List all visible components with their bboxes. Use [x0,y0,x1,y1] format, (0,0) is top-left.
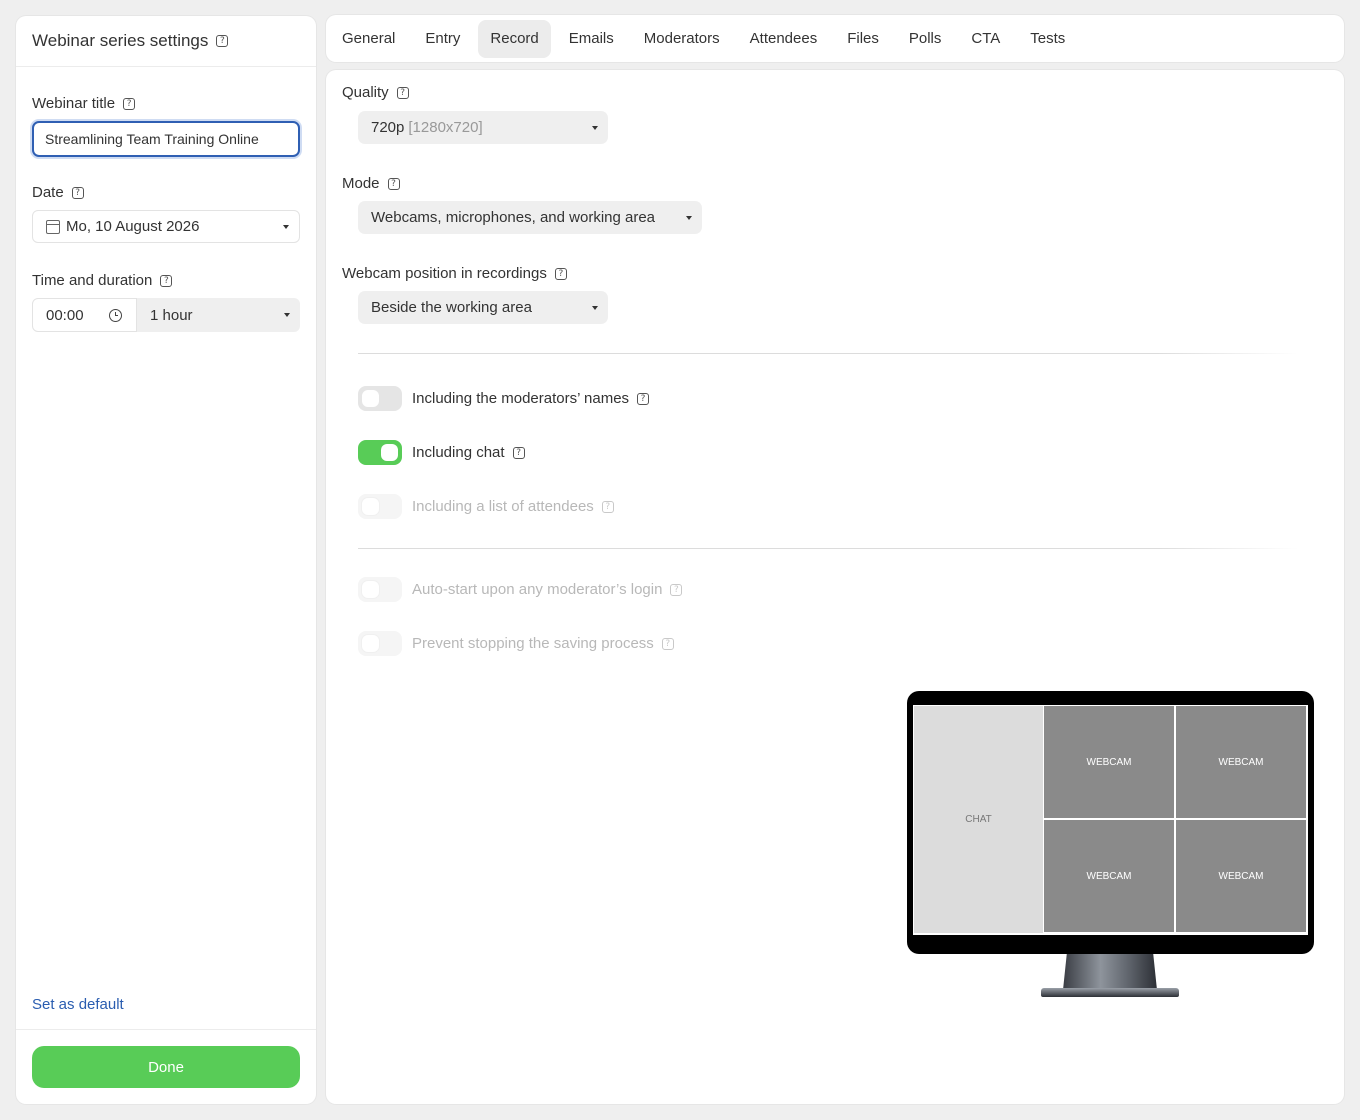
webinar-title-input[interactable]: Streamlining Team Training Online [32,121,300,157]
caret-down-icon [284,313,290,317]
caret-down-icon [283,224,289,229]
quality-value: 720p [371,119,405,136]
caret-down-icon [592,125,598,130]
toggle-knob [362,390,379,407]
time-input[interactable]: 00:00 [32,298,137,332]
recording-layout-preview: CHAT WEBCAM WEBCAM WEBCAM WEBCAM [907,691,1314,954]
time-duration-label-text: Time and duration [32,272,153,289]
clock-icon[interactable] [109,309,122,322]
tab-cta[interactable]: CTA [959,20,1012,58]
toggle-knob [362,581,379,598]
preview-webcam-tile: WEBCAM [1176,820,1306,932]
toggle-label: Auto-start upon any moderator’s login [412,581,663,598]
help-icon[interactable]: ? [123,97,136,110]
webinar-title-label: Webinar title ? [32,95,136,112]
toggle-attendees-list: Including a list of attendees ? [358,494,614,519]
time-value: 00:00 [46,306,84,324]
toggle-knob [381,444,398,461]
tab-attendees[interactable]: Attendees [738,20,830,58]
webcam-position-select[interactable]: Beside the working area [358,291,608,324]
tab-general[interactable]: General [330,20,407,58]
quality-select[interactable]: 720p [1280x720] [358,111,608,144]
quality-resolution: [1280x720] [408,119,483,136]
preview-screen: CHAT WEBCAM WEBCAM WEBCAM WEBCAM [913,705,1308,935]
toggle-switch[interactable] [358,440,402,465]
help-icon[interactable]: ? [512,446,525,459]
settings-sidebar: Webinar series settings ? Webinar title … [16,16,316,1104]
toggle-label: Including a list of attendees [412,498,594,515]
sidebar-footer-divider [16,1029,316,1030]
help-icon: ? [661,637,674,650]
sidebar-title: Webinar series settings [32,31,209,50]
help-icon[interactable]: ? [216,35,229,47]
webcam-position-value: Beside the working area [371,299,532,316]
quality-label-text: Quality [342,84,389,101]
mode-label-text: Mode [342,175,380,192]
tab-record[interactable]: Record [478,19,551,58]
mode-value: Webcams, microphones, and working area [371,209,656,226]
settings-tabs: General Entry Record Emails Moderators A… [326,15,1344,62]
toggle-knob [362,498,379,515]
help-icon[interactable]: ? [160,274,173,287]
date-label: Date ? [32,184,84,201]
help-icon[interactable]: ? [637,392,650,405]
preview-chat-pane: CHAT [914,706,1043,933]
record-settings-panel: Quality ? 720p [1280x720] Mode ? Webcams… [326,70,1344,1104]
help-icon: ? [670,583,683,596]
help-icon[interactable]: ? [71,186,84,199]
done-button[interactable]: Done [32,1046,300,1088]
date-label-text: Date [32,184,64,201]
preview-webcam-tile: WEBCAM [1044,820,1174,932]
toggle-label: Including the moderators’ names [412,390,630,407]
preview-webcam-tile: WEBCAM [1044,706,1174,818]
help-icon[interactable]: ? [387,177,400,190]
tab-files[interactable]: Files [835,20,891,58]
toggle-knob [362,635,379,652]
help-icon[interactable]: ? [396,86,409,99]
section-divider [358,353,1298,354]
mode-select[interactable]: Webcams, microphones, and working area [358,201,702,234]
toggle-switch [358,494,402,519]
set-as-default-link[interactable]: Set as default [32,996,124,1013]
caret-down-icon [686,215,692,220]
toggle-switch[interactable] [358,386,402,411]
calendar-icon [46,219,60,234]
toggle-moderators-names[interactable]: Including the moderators’ names ? [358,386,650,411]
caret-down-icon [592,305,598,310]
section-divider [358,548,1298,549]
mode-label: Mode ? [342,175,400,192]
tab-emails[interactable]: Emails [557,20,626,58]
webinar-title-label-text: Webinar title [32,95,116,112]
toggle-auto-start: Auto-start upon any moderator’s login ? [358,577,683,602]
duration-value: 1 hour [150,306,193,324]
tab-tests[interactable]: Tests [1018,20,1077,58]
toggle-label: Prevent stopping the saving process [412,635,654,652]
help-icon[interactable]: ? [554,267,567,280]
webcam-position-label: Webcam position in recordings ? [342,265,567,282]
help-icon: ? [601,500,614,513]
quality-label: Quality ? [342,84,409,101]
date-select[interactable]: Mo, 10 August 2026 [32,210,300,243]
monitor-stand [1063,954,1157,990]
tab-moderators[interactable]: Moderators [632,20,732,58]
tab-entry[interactable]: Entry [413,20,472,58]
toggle-prevent-stopping: Prevent stopping the saving process ? [358,631,674,656]
sidebar-header: Webinar series settings ? [16,16,316,67]
webcam-position-label-text: Webcam position in recordings [342,265,547,282]
toggle-including-chat[interactable]: Including chat ? [358,440,525,465]
monitor-base [1041,988,1179,997]
toggle-switch [358,577,402,602]
toggle-label: Including chat [412,444,505,461]
preview-webcam-tile: WEBCAM [1176,706,1306,818]
duration-select[interactable]: 1 hour [137,298,300,332]
toggle-switch [358,631,402,656]
time-duration-label: Time and duration ? [32,272,173,289]
tab-polls[interactable]: Polls [897,20,954,58]
date-value: Mo, 10 August 2026 [66,218,200,235]
